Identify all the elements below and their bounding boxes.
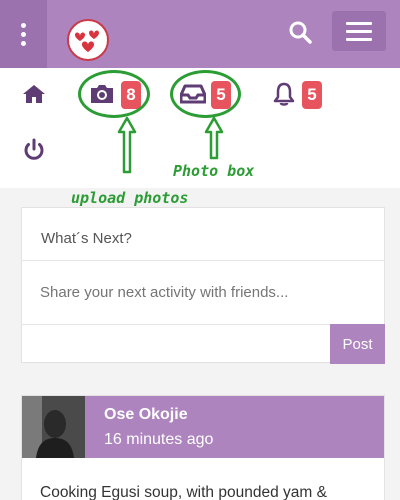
search-button[interactable] [286,18,316,48]
post-button[interactable]: Post [330,324,385,364]
post-text: Cooking Egusi soup, with pounded yam & [40,484,327,500]
side-menu-button[interactable] [0,0,47,68]
post-timestamp: 16 minutes ago [104,431,214,448]
vertical-dots-icon-dot [21,31,26,37]
photo-box-highlight-oval [170,70,241,118]
notifications-count-badge: 5 [302,81,322,109]
hamburger-menu-button[interactable] [332,11,386,51]
notifications-button[interactable] [273,82,295,111]
composer-title: What´s Next? [41,230,132,247]
logout-button[interactable] [22,138,46,167]
home-icon [23,85,45,103]
upload-photos-annotation: upload photos [71,189,189,207]
avatar[interactable] [22,396,85,458]
hamburger-icon-line [346,37,372,41]
avatar-photo [22,396,85,458]
vertical-dots-icon [21,22,26,28]
vertical-dots-icon-dot [21,40,26,46]
home-button[interactable] [22,83,46,110]
upload-arrow-icon [117,116,137,174]
feed-post-header: Ose Okojie 16 minutes ago [22,396,384,458]
photo-box-annotation: Photo box [173,162,255,180]
post-composer: What´s Next? Post [21,207,385,364]
hearts-logo[interactable] [67,19,109,61]
upload-highlight-oval [78,70,150,118]
feed-post-card: Ose Okojie 16 minutes ago Cooking Egusi … [21,395,385,500]
divider [22,260,384,261]
hearts-logo-icon [75,30,99,52]
top-navbar [0,0,400,68]
bell-icon [273,82,295,106]
hamburger-icon-line [346,29,372,33]
status-input[interactable] [40,284,360,301]
hamburger-icon [346,21,372,25]
search-icon [289,21,312,44]
post-author-name[interactable]: Ose Okojie [104,406,188,424]
power-icon [24,138,44,160]
photo-box-arrow-icon [204,116,224,160]
